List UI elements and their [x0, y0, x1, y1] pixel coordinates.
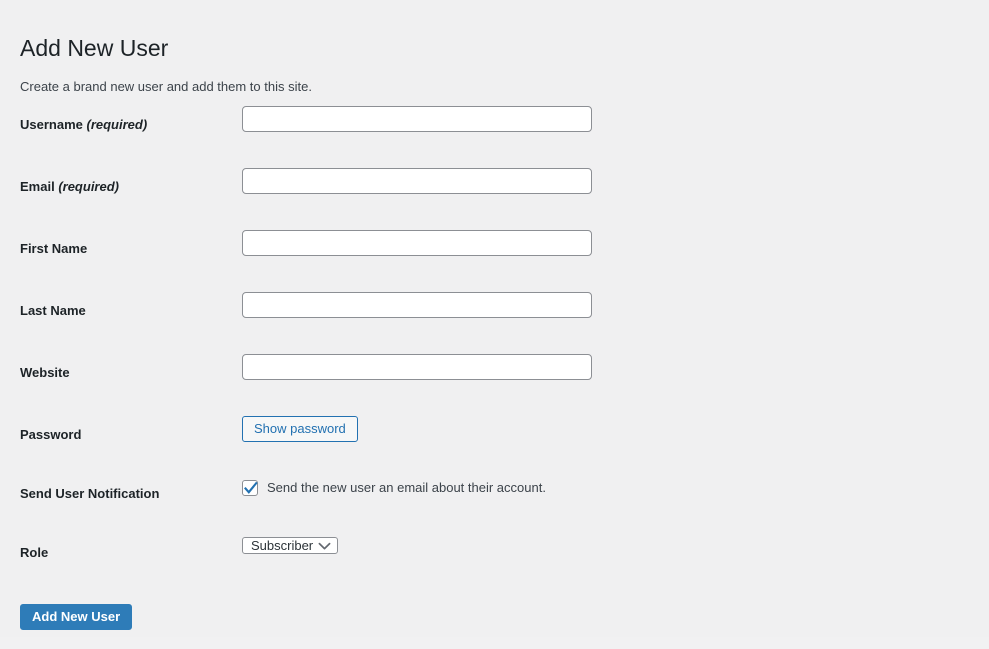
label-send-user-notification: Send User Notification: [20, 486, 159, 501]
add-new-user-form: Username (required) Email (required) Fir…: [0, 106, 989, 593]
field-role: Subscriber: [242, 534, 339, 558]
label-password: Password: [20, 427, 81, 442]
form-row-send-user-notification: Send User Notification Send the new user…: [0, 475, 989, 534]
page-subtitle: Create a brand new user and add them to …: [20, 79, 312, 94]
website-input[interactable]: [242, 354, 592, 380]
username-input[interactable]: [242, 106, 592, 132]
label-send-user-notification-text: Send User Notification: [20, 486, 160, 501]
label-email-required: (required): [58, 179, 119, 194]
field-password: Show password: [242, 416, 358, 442]
field-first-name: [242, 230, 592, 256]
label-role: Role: [20, 545, 48, 560]
form-row-first-name: First Name: [0, 230, 989, 292]
field-send-user-notification: Send the new user an email about their a…: [242, 475, 546, 501]
add-new-user-button[interactable]: Add New User: [20, 604, 133, 630]
first-name-input[interactable]: [242, 230, 592, 256]
show-password-button[interactable]: Show password: [242, 416, 358, 442]
label-website: Website: [20, 365, 70, 380]
label-role-text: Role: [20, 545, 49, 560]
admin-page-body: Add New User Create a brand new user and…: [0, 0, 989, 637]
role-select[interactable]: Subscriber: [242, 537, 339, 554]
field-username: [242, 106, 592, 132]
form-row-role: Role Subscriber: [0, 534, 989, 593]
form-row-email: Email (required): [0, 168, 989, 230]
label-password-text: Password: [20, 427, 82, 442]
form-row-last-name: Last Name: [0, 292, 989, 354]
field-website: [242, 354, 592, 380]
label-last-name: Last Name: [20, 303, 86, 318]
send-notification-checkbox[interactable]: [242, 480, 258, 496]
label-first-name-text: First Name: [20, 241, 88, 256]
form-row-password: Password Show password: [0, 416, 989, 475]
form-row-username: Username (required): [0, 106, 989, 168]
send-notification-checkbox-row: Send the new user an email about their a…: [242, 475, 546, 501]
page-title: Add New User: [20, 35, 169, 62]
label-username: Username (required): [20, 117, 147, 132]
role-select-wrap: Subscriber: [242, 534, 339, 558]
checkmark-icon: [244, 481, 258, 494]
label-first-name: First Name: [20, 241, 87, 256]
field-last-name: [242, 292, 592, 318]
send-notification-checkbox-label: Send the new user an email about their a…: [267, 479, 546, 495]
page-bottom-strip: [0, 637, 989, 649]
label-email: Email (required): [20, 179, 119, 194]
label-username-text: Username: [20, 117, 83, 132]
label-last-name-text: Last Name: [20, 303, 86, 318]
label-website-text: Website: [20, 365, 70, 380]
field-email: [242, 168, 592, 194]
label-email-text: Email: [20, 179, 55, 194]
label-username-required: (required): [86, 117, 148, 132]
last-name-input[interactable]: [242, 292, 592, 318]
submit-area: Add New User: [20, 604, 133, 630]
email-input[interactable]: [242, 168, 592, 194]
form-row-website: Website: [0, 354, 989, 416]
